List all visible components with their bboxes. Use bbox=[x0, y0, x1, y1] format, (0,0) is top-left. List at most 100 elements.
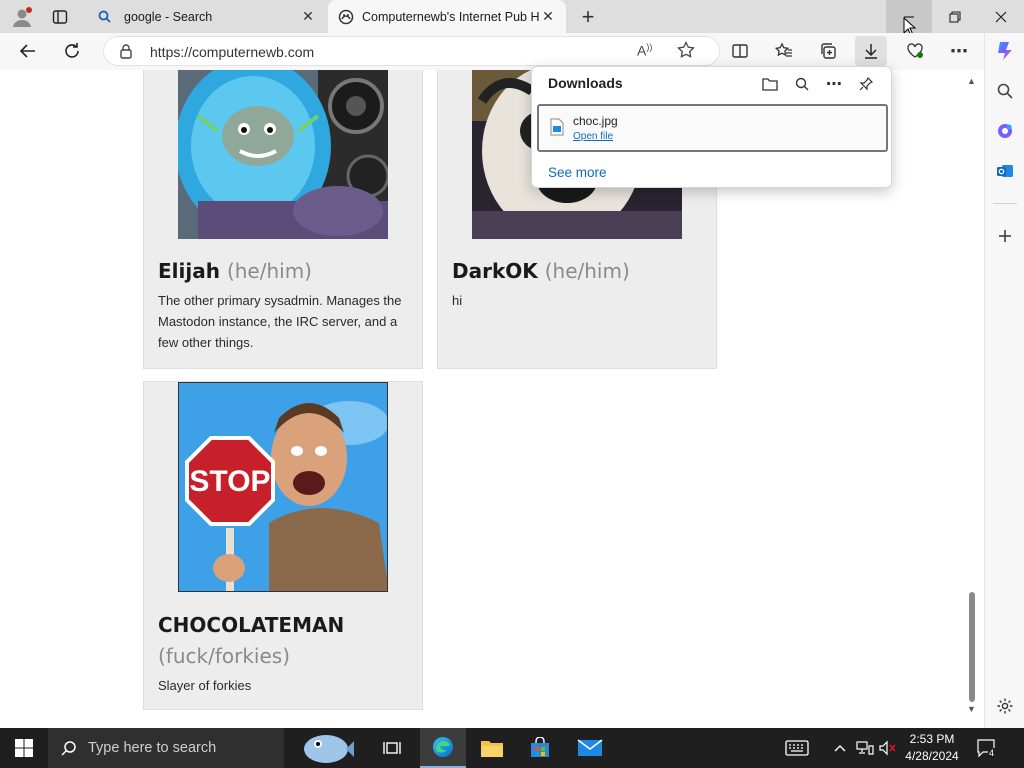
windows-taskbar: Type here to search 2:53 PM 4/28/2024 4 bbox=[0, 728, 1024, 768]
chevron-up-icon bbox=[834, 745, 846, 752]
new-tab-button[interactable]: + bbox=[572, 0, 604, 33]
sidebar-search-button[interactable] bbox=[989, 76, 1021, 106]
taskbar-file-explorer[interactable] bbox=[470, 728, 514, 768]
downloads-button[interactable] bbox=[855, 36, 887, 66]
image-file-icon bbox=[550, 118, 564, 141]
close-icon bbox=[995, 11, 1007, 22]
tab-google-search[interactable]: google - Search ✕ bbox=[88, 0, 326, 33]
address-bar[interactable]: https://computernewb.com A)) bbox=[103, 36, 720, 66]
profile-picture: STOP bbox=[178, 382, 388, 592]
more-icon: ⋯ bbox=[826, 76, 842, 93]
volume-tray-button[interactable] bbox=[877, 728, 899, 768]
page-scrollbar[interactable]: ▲ ▼ bbox=[964, 70, 980, 718]
url-text: https://computernewb.com bbox=[150, 44, 315, 60]
restore-icon bbox=[949, 10, 961, 23]
tab-actions-button[interactable] bbox=[44, 0, 76, 33]
scrollbar-thumb[interactable] bbox=[969, 592, 975, 702]
clock-date: 4/28/2024 bbox=[905, 749, 959, 763]
vertical-tabs-icon bbox=[52, 9, 68, 24]
search-placeholder: Type here to search bbox=[88, 740, 217, 756]
copilot-icon bbox=[998, 42, 1012, 60]
taskbar-store[interactable] bbox=[518, 728, 562, 768]
volume-muted-icon bbox=[879, 740, 896, 756]
clock-time: 2:53 PM bbox=[909, 732, 955, 746]
copilot-button[interactable] bbox=[989, 36, 1021, 66]
edge-sidebar bbox=[984, 33, 1024, 728]
sidebar-outlook-button[interactable] bbox=[989, 156, 1021, 186]
lock-icon[interactable] bbox=[119, 43, 133, 64]
profile-card-chocolateman: STOP CHOCOLATEMAN (fuck/forkies) Slayer o… bbox=[143, 381, 423, 710]
downloads-flyout: Downloads ⋯ choc.jpg Open file See more bbox=[531, 66, 892, 188]
plus-icon bbox=[999, 230, 1011, 242]
profile-picture bbox=[178, 70, 388, 239]
taskbar-edge[interactable] bbox=[420, 728, 466, 768]
split-screen-icon bbox=[732, 44, 748, 58]
download-filename: choc.jpg bbox=[573, 114, 618, 128]
profile-card-elijah: Elijah (he/him) The other primary sysadm… bbox=[143, 70, 423, 369]
folder-icon bbox=[481, 741, 503, 757]
heart-pulse-icon bbox=[907, 43, 923, 58]
split-screen-button[interactable] bbox=[724, 36, 756, 66]
browser-essentials-button[interactable] bbox=[899, 36, 931, 66]
sidebar-apps-button[interactable] bbox=[989, 116, 1021, 146]
tab-computernewb[interactable]: Computernewb's Internet Pub Hub ✕ bbox=[328, 0, 566, 33]
collections-icon bbox=[821, 43, 836, 59]
open-file-link[interactable]: Open file bbox=[573, 131, 613, 142]
taskbar-search-box[interactable]: Type here to search bbox=[48, 728, 354, 768]
close-window-button[interactable] bbox=[978, 0, 1024, 33]
system-clock[interactable]: 2:53 PM 4/28/2024 bbox=[898, 731, 966, 765]
open-downloads-folder-button[interactable] bbox=[756, 71, 784, 97]
site-favicon-icon bbox=[338, 9, 362, 25]
mail-icon bbox=[577, 739, 603, 756]
network-tray-button[interactable] bbox=[853, 728, 877, 768]
see-more-link[interactable]: See more bbox=[548, 165, 607, 180]
search-icon bbox=[795, 77, 809, 91]
notification-count-badge: 4 bbox=[988, 748, 996, 758]
favorites-icon bbox=[775, 42, 792, 57]
show-hidden-icons-button[interactable] bbox=[828, 728, 852, 768]
task-view-icon bbox=[383, 742, 401, 754]
windows-logo-icon bbox=[15, 739, 33, 757]
downloads-title: Downloads bbox=[548, 75, 623, 91]
restore-button[interactable] bbox=[932, 0, 978, 33]
scroll-up-icon[interactable]: ▲ bbox=[967, 76, 976, 86]
favorites-button[interactable] bbox=[768, 36, 800, 66]
profile-icon bbox=[13, 6, 32, 27]
edge-icon bbox=[433, 737, 453, 757]
keyboard-tray-button[interactable] bbox=[780, 728, 814, 768]
scroll-down-icon[interactable]: ▼ bbox=[967, 704, 976, 714]
notifications-button[interactable]: 4 bbox=[974, 728, 1000, 768]
profile-button[interactable] bbox=[6, 0, 38, 33]
task-view-button[interactable] bbox=[372, 728, 412, 768]
folder-icon bbox=[762, 78, 778, 91]
sidebar-add-button[interactable] bbox=[989, 221, 1021, 251]
close-tab-icon[interactable]: ✕ bbox=[540, 8, 556, 25]
more-icon: ⋯ bbox=[950, 40, 968, 61]
back-button[interactable] bbox=[12, 36, 44, 66]
more-options-button[interactable]: ⋯ bbox=[820, 71, 848, 97]
favorite-star-icon[interactable] bbox=[677, 41, 695, 64]
download-icon bbox=[865, 44, 877, 59]
member-description: Slayer of forkies bbox=[158, 678, 252, 693]
search-downloads-button[interactable] bbox=[788, 71, 816, 97]
fish-search-highlight-icon bbox=[304, 735, 354, 763]
settings-more-button[interactable]: ⋯ bbox=[943, 36, 975, 66]
tab-label: Computernewb's Internet Pub Hub bbox=[362, 9, 540, 24]
browser-toolbar: https://computernewb.com A)) ⋯ bbox=[0, 33, 1024, 70]
member-pronouns: (he/him) bbox=[544, 259, 630, 283]
taskbar-mail[interactable] bbox=[566, 728, 614, 768]
keyboard-icon bbox=[785, 740, 809, 756]
sidebar-settings-button[interactable] bbox=[989, 691, 1021, 721]
download-item[interactable]: choc.jpg Open file bbox=[537, 104, 888, 152]
pin-downloads-button[interactable] bbox=[852, 71, 880, 97]
svg-text:STOP: STOP bbox=[189, 465, 270, 498]
refresh-button[interactable] bbox=[56, 36, 88, 66]
start-button[interactable] bbox=[0, 728, 48, 768]
read-aloud-icon[interactable]: A)) bbox=[637, 42, 652, 59]
member-name: Elijah (he/him) bbox=[158, 259, 312, 283]
member-pronouns: (fuck/forkies) bbox=[158, 644, 291, 668]
member-description: The other primary sysadmin. Manages the … bbox=[158, 293, 402, 350]
close-tab-icon[interactable]: ✕ bbox=[300, 8, 316, 25]
tab-label: google - Search bbox=[124, 9, 213, 24]
collections-button[interactable] bbox=[812, 36, 844, 66]
